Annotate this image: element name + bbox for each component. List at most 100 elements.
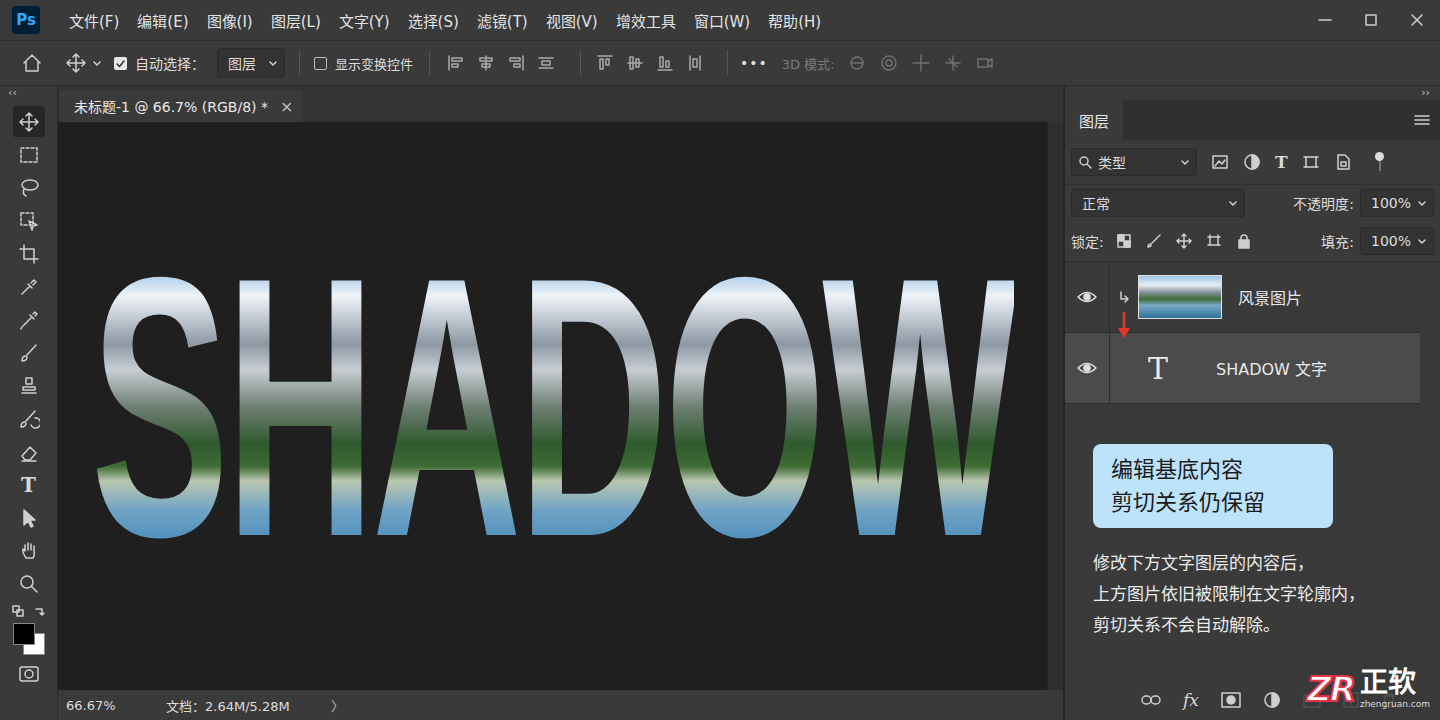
move-tool-icon[interactable] [64,51,88,75]
minimize-icon[interactable] [1302,12,1348,28]
panel-header: 图层 [1065,100,1440,140]
smart-object-filter-icon[interactable] [1334,153,1352,171]
menu-item[interactable]: 图层(L) [262,10,330,31]
filter-dropdown[interactable]: 类型 [1071,148,1197,176]
canvas[interactable]: SHADOW [58,122,1047,690]
layers-tab[interactable]: 图层 [1065,100,1123,140]
tool-button[interactable] [13,568,45,599]
vertical-scrollbar[interactable] [1047,122,1063,690]
text-layer-glyph: T [1148,351,1168,386]
type-tool-icon: T [21,473,36,497]
tool-button[interactable] [13,337,45,368]
distribute-icon[interactable] [625,53,645,73]
tool-button[interactable]: T [13,469,45,500]
tab-close-button[interactable]: × [280,97,293,116]
menu-item[interactable]: 编辑(E) [128,10,197,31]
layer-thumbnail: T [1138,346,1178,390]
pixel-filter-icon[interactable] [1211,153,1229,171]
tool-button[interactable] [13,205,45,236]
tool-button[interactable] [13,172,45,203]
panel-menu-icon[interactable] [1414,100,1430,140]
watermark-url: zhengruan.com [1360,699,1430,710]
collapse-left[interactable]: ‹‹ [0,86,17,100]
collapse-row: ›› [1065,86,1440,100]
close-icon[interactable] [1394,12,1440,28]
swap-colors-icon[interactable] [34,605,46,617]
type-filter-icon[interactable]: T [1275,152,1288,172]
collapse-right[interactable]: ›› [1421,86,1430,100]
marquee-tool-icon [18,144,40,166]
align-icon[interactable] [446,53,466,73]
menu-item[interactable]: 文件(F) [60,10,128,31]
adjustment-filter-icon[interactable] [1243,153,1261,171]
menu-item[interactable]: 滤镜(T) [468,10,537,31]
show-transform-checkbox[interactable] [314,57,327,70]
zoom-level[interactable]: 66.67% [66,698,166,713]
menu-item[interactable]: 选择(S) [399,10,468,31]
tool-button[interactable] [13,370,45,401]
filter-toggle[interactable] [1376,152,1384,172]
workspace: ‹‹ T 未标题-1 @ 66.7% (RGB/8) *× SHADOW 66.67%文… [0,86,1440,720]
align-icon[interactable] [536,53,556,73]
menu-item[interactable]: 窗口(W) [685,10,760,31]
auto-select-dropdown[interactable]: 图层 [217,48,285,78]
menu-item[interactable]: 帮助(H) [759,10,830,31]
document-tab[interactable]: 未标题-1 @ 66.7% (RGB/8) *× [60,90,303,122]
fx-button[interactable]: fx [1183,690,1199,710]
lock-position-icon[interactable] [1176,233,1192,249]
healing-tool-icon [18,309,40,331]
tool-button[interactable] [13,403,45,434]
lock-transparent-icon[interactable] [1116,233,1132,249]
home-icon[interactable] [20,51,44,75]
tool-button[interactable] [13,502,45,533]
shape-filter-icon[interactable] [1302,153,1320,171]
menu-item[interactable]: 文字(Y) [330,10,399,31]
menu-item[interactable]: 图像(I) [198,10,262,31]
link-layers-icon[interactable] [1141,694,1161,706]
restore-icon[interactable] [1348,12,1394,28]
quick-mask-icon[interactable] [18,665,40,683]
add-mask-icon[interactable] [1221,692,1241,708]
document-size: 文档：2.64M/5.28M [166,696,331,715]
opacity-field[interactable]: 100% [1360,189,1434,217]
filter-value: 类型 [1098,152,1174,172]
blend-mode-dropdown[interactable]: 正常 [1071,189,1245,217]
auto-select-checkbox[interactable] [114,57,127,70]
distribute-icon[interactable] [595,53,615,73]
lock-all-icon[interactable] [1236,233,1252,249]
lock-artboard-icon[interactable] [1206,233,1222,249]
canvas-text[interactable]: SHADOW [91,222,1015,592]
fill-field[interactable]: 100% [1360,227,1434,255]
tool-button[interactable] [13,436,45,467]
tool-button[interactable] [13,139,45,170]
tool-button[interactable] [13,106,45,137]
adjustment-layer-icon[interactable] [1263,691,1281,709]
search-icon [1078,155,1092,169]
status-menu-arrow[interactable]: 〉 [331,696,344,715]
menu-item[interactable]: 视图(V) [537,10,607,31]
distribute-icon[interactable] [655,53,675,73]
layer-name[interactable]: SHADOW 文字 [1216,356,1327,380]
foreground-swatch[interactable] [13,623,35,645]
align-icon[interactable] [476,53,496,73]
layer-divider [1109,333,1110,403]
menu-item[interactable]: 增效工具 [607,10,685,31]
tool-button[interactable] [13,535,45,566]
eye-icon[interactable] [1065,290,1109,304]
tool-button[interactable] [13,271,45,302]
tool-button[interactable] [13,238,45,269]
color-swatches[interactable] [11,621,47,655]
default-colors-icon[interactable] [12,605,24,617]
more-button[interactable]: ••• [740,55,768,71]
layer-name[interactable]: 风景图片 [1238,285,1302,309]
chevron-icon[interactable] [92,58,102,68]
app-logo[interactable]: Ps [12,6,40,34]
distribute-icon[interactable] [685,53,705,73]
lock-pixels-icon[interactable] [1146,233,1162,249]
layer-row[interactable]: 风景图片 [1065,262,1420,333]
lock-label: 锁定: [1071,231,1104,251]
eye-icon[interactable] [1065,361,1109,375]
align-icon[interactable] [506,53,526,73]
layer-row[interactable]: T SHADOW 文字 [1065,333,1420,404]
tool-button[interactable] [13,304,45,335]
